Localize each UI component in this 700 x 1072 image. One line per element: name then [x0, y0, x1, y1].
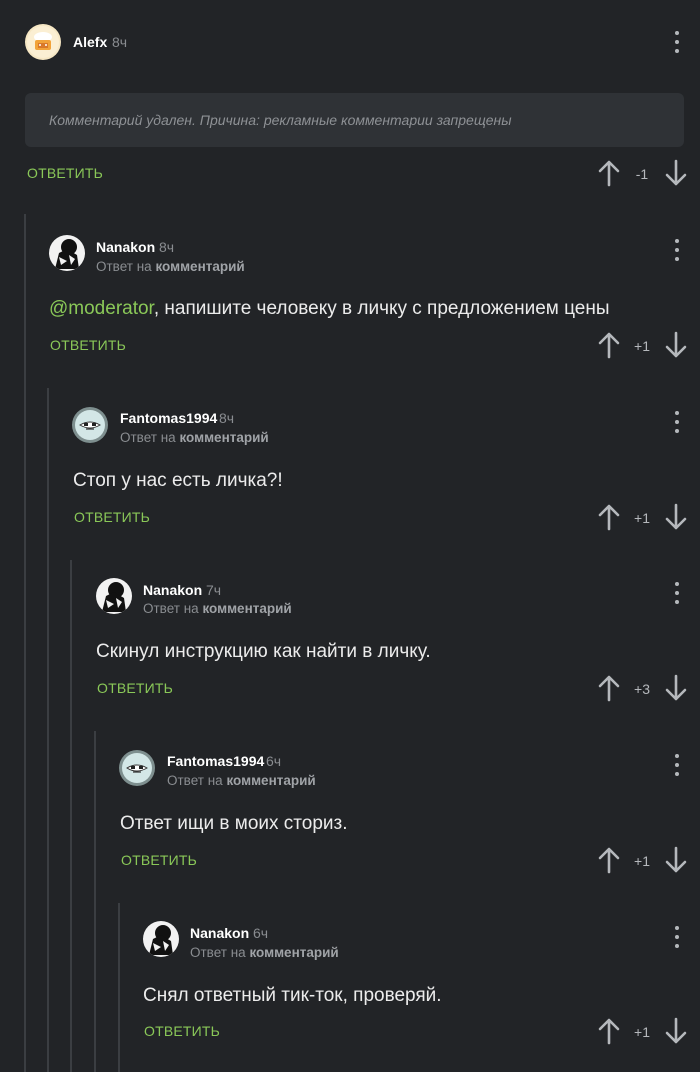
comment-time: 8ч — [112, 34, 128, 50]
reply-to-label: Ответ на комментарий — [143, 601, 292, 616]
comment-time: 7ч — [206, 582, 222, 598]
arrow-down-icon[interactable] — [664, 674, 688, 702]
thread-line — [24, 214, 26, 1072]
avatar[interactable] — [143, 921, 179, 957]
rating-value: +1 — [634, 1024, 650, 1040]
arrow-down-icon[interactable] — [664, 503, 688, 531]
comment-text: @moderator, напишите человеку в личку с … — [49, 298, 610, 319]
deleted-comment-notice: Комментарий удален. Причина: рекламные к… — [25, 93, 684, 147]
comment-text: Скинул инструкцию как найти в личку. — [96, 641, 431, 662]
comment-time: 8ч — [159, 239, 175, 255]
author-name[interactable]: Alefx — [73, 34, 107, 50]
rating-value: +1 — [634, 510, 650, 526]
reply-to-link[interactable]: комментарий — [179, 430, 268, 445]
rating-value: +1 — [634, 338, 650, 354]
avatar[interactable] — [72, 407, 108, 443]
arrow-up-icon[interactable] — [597, 159, 621, 187]
avatar[interactable] — [119, 750, 155, 786]
arrow-up-icon[interactable] — [597, 503, 621, 531]
arrow-down-icon[interactable] — [664, 846, 688, 874]
comment-text: Снял ответный тик-ток, проверяй. — [143, 985, 442, 1006]
reply-to-link[interactable]: комментарий — [202, 601, 291, 616]
avatar[interactable] — [96, 578, 132, 614]
deleted-notice-text: Комментарий удален. Причина: рекламные к… — [49, 112, 512, 128]
author-name[interactable]: Nanakon — [190, 925, 249, 941]
reply-button[interactable]: ОТВЕТИТЬ — [97, 680, 173, 696]
reply-button[interactable]: ОТВЕТИТЬ — [144, 1023, 220, 1039]
reply-button[interactable]: ОТВЕТИТЬ — [121, 852, 197, 868]
comment-time: 6ч — [253, 925, 269, 941]
comment-text: Стоп у нас есть личка?! — [73, 470, 283, 491]
comment-time: 8ч — [219, 410, 235, 426]
thread-line — [47, 388, 49, 1072]
rating-value: -1 — [635, 166, 649, 182]
arrow-up-icon[interactable] — [597, 331, 621, 359]
author-name[interactable]: Nanakon — [143, 582, 202, 598]
more-vertical-icon[interactable] — [672, 926, 682, 952]
mention-link[interactable]: @moderator — [49, 298, 154, 319]
reply-to-label: Ответ на комментарий — [96, 259, 245, 274]
reply-to-link[interactable]: комментарий — [155, 259, 244, 274]
comment-time: 6ч — [266, 753, 282, 769]
reply-button[interactable]: ОТВЕТИТЬ — [50, 337, 126, 353]
avatar[interactable] — [49, 235, 85, 271]
author-name[interactable]: Nanakon — [96, 239, 155, 255]
reply-to-link[interactable]: комментарий — [226, 773, 315, 788]
arrow-down-icon[interactable] — [664, 1017, 688, 1045]
avatar[interactable] — [25, 24, 61, 60]
comment-text: Ответ ищи в моих сториз. — [120, 813, 348, 834]
arrow-up-icon[interactable] — [597, 1017, 621, 1045]
reply-to-label: Ответ на комментарий — [120, 430, 269, 445]
thread-line — [118, 903, 120, 1072]
reply-button[interactable]: ОТВЕТИТЬ — [27, 165, 103, 181]
arrow-up-icon[interactable] — [597, 846, 621, 874]
rating-value: +3 — [634, 681, 650, 697]
reply-to-label: Ответ на комментарий — [190, 945, 339, 960]
more-vertical-icon[interactable] — [672, 754, 682, 780]
thread-line — [70, 560, 72, 1072]
arrow-up-icon[interactable] — [597, 674, 621, 702]
arrow-down-icon[interactable] — [664, 331, 688, 359]
more-vertical-icon[interactable] — [672, 239, 682, 265]
arrow-down-icon[interactable] — [664, 159, 688, 187]
more-vertical-icon[interactable] — [672, 411, 682, 437]
more-vertical-icon[interactable] — [672, 31, 682, 57]
rating-value: +1 — [634, 853, 650, 869]
reply-to-link[interactable]: комментарий — [249, 945, 338, 960]
reply-button[interactable]: ОТВЕТИТЬ — [74, 509, 150, 525]
more-vertical-icon[interactable] — [672, 582, 682, 608]
thread-line — [94, 731, 96, 1072]
reply-to-label: Ответ на комментарий — [167, 773, 316, 788]
author-name[interactable]: Fantomas1994 — [120, 410, 217, 426]
author-name[interactable]: Fantomas1994 — [167, 753, 264, 769]
